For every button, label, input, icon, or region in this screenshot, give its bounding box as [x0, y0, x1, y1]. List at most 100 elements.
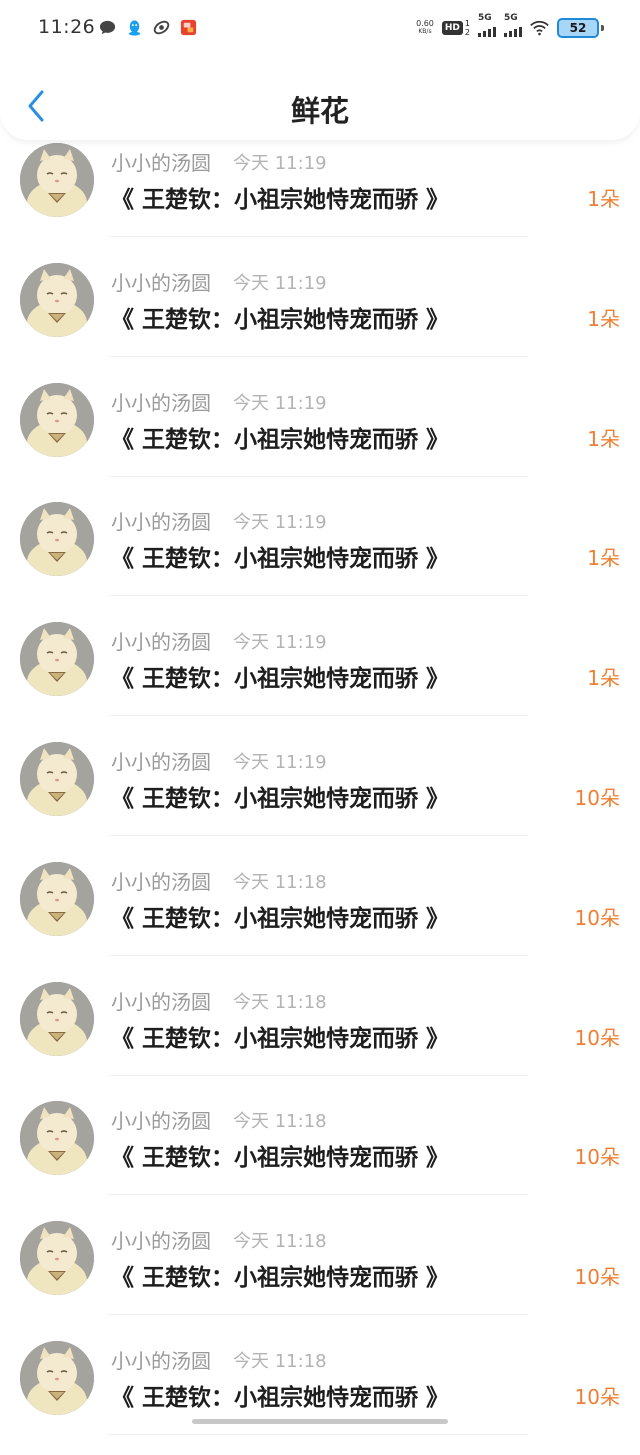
gift-time: 今天 11:18 [233, 1350, 327, 1372]
flower-count: 10朵 [574, 785, 620, 810]
avatar[interactable] [20, 1101, 94, 1176]
book-title[interactable]: 《 王楚钦：小祖宗她恃宠而骄 》 [111, 1258, 449, 1292]
divider [108, 475, 528, 477]
list-item[interactable]: 小小的汤圆 今天 11:19 《 王楚钦：小祖宗她恃宠而骄 》 1朵 [0, 496, 640, 616]
avatar[interactable] [20, 861, 94, 936]
avatar[interactable] [20, 622, 94, 697]
hd-voice-badge: HD [441, 21, 463, 35]
list-item[interactable]: 小小的汤圆 今天 11:19 《 王楚钦：小祖宗她恃宠而骄 》 1朵 [0, 377, 640, 497]
cat-avatar-image [20, 1221, 94, 1296]
header-bar: 鲜花 [0, 58, 640, 140]
cat-avatar-image [20, 861, 94, 936]
cat-avatar-image [20, 1101, 94, 1176]
book-title[interactable]: 《 王楚钦：小祖宗她恃宠而骄 》 [111, 899, 449, 933]
cat-avatar-image [20, 262, 94, 337]
status-right: 0.60 KB/s HD 1 2 5G 5G 52 [416, 13, 604, 38]
cat-avatar-image [20, 502, 94, 577]
gift-time: 今天 11:18 [233, 1231, 327, 1253]
signal-5g-2-icon: 5G [504, 13, 522, 37]
sender-name: 小小的汤圆 [111, 510, 211, 535]
divider [108, 236, 528, 237]
divider [108, 715, 528, 717]
sender-name: 小小的汤圆 [111, 1348, 211, 1373]
avatar[interactable] [20, 741, 94, 816]
avatar[interactable] [20, 981, 94, 1056]
book-title[interactable]: 《 王楚钦：小祖宗她恃宠而骄 》 [111, 420, 449, 454]
battery-tip [601, 25, 604, 31]
gift-time: 今天 11:19 [233, 632, 327, 654]
divider [108, 1194, 528, 1196]
flower-count: 1朵 [587, 306, 620, 331]
gift-time: 今天 11:18 [233, 871, 327, 893]
divider [108, 1074, 528, 1076]
book-title[interactable]: 《 王楚钦：小祖宗她恃宠而骄 》 [111, 539, 449, 573]
avatar[interactable] [20, 1221, 94, 1296]
sim-indicator: 1 2 [465, 19, 470, 37]
list-item[interactable]: 小小的汤圆 今天 11:19 《 王楚钦：小祖宗她恃宠而骄 》 1朵 [0, 137, 640, 257]
flower-count: 10朵 [574, 1145, 620, 1170]
book-title[interactable]: 《 王楚钦：小祖宗她恃宠而骄 》 [111, 1378, 449, 1412]
flower-count: 1朵 [587, 426, 620, 451]
sender-name: 小小的汤圆 [111, 630, 211, 655]
gift-time: 今天 11:19 [233, 272, 327, 294]
list-item[interactable]: 小小的汤圆 今天 11:18 《 王楚钦：小祖宗她恃宠而骄 》 10朵 [0, 976, 640, 1096]
gift-time: 今天 11:18 [233, 1111, 327, 1133]
divider [108, 1314, 528, 1316]
status-time: 11:26 [38, 16, 96, 38]
cat-avatar-image [20, 382, 94, 457]
chat-bubble-icon [98, 18, 117, 37]
cat-avatar-image [20, 1340, 94, 1415]
home-indicator[interactable] [192, 1419, 448, 1424]
flower-count: 10朵 [574, 905, 620, 930]
book-title[interactable]: 《 王楚钦：小祖宗她恃宠而骄 》 [111, 1019, 449, 1053]
cat-avatar-image [20, 622, 94, 697]
notification-icons [98, 18, 198, 37]
wifi-icon [530, 19, 549, 38]
sender-name: 小小的汤圆 [111, 1229, 211, 1254]
list-item[interactable]: 小小的汤圆 今天 11:18 《 王楚钦：小祖宗她恃宠而骄 》 10朵 [0, 1215, 640, 1335]
sender-name: 小小的汤圆 [111, 390, 211, 415]
divider [108, 954, 528, 956]
gift-record-list: 小小的汤圆 今天 11:19 《 王楚钦：小祖宗她恃宠而骄 》 1朵 小小的汤圆… [0, 137, 640, 1455]
flower-count: 10朵 [574, 1384, 620, 1409]
gift-time: 今天 11:19 [233, 153, 327, 174]
list-item[interactable]: 小小的汤圆 今天 11:18 《 王楚钦：小祖宗她恃宠而骄 》 10朵 [0, 1335, 640, 1455]
sender-name: 小小的汤圆 [111, 270, 211, 295]
avatar[interactable] [20, 502, 94, 577]
gift-time: 今天 11:18 [233, 991, 327, 1013]
qq-penguin-icon [125, 18, 144, 37]
sim1-label: 1 [464, 19, 470, 28]
avatar[interactable] [20, 262, 94, 337]
avatar[interactable] [20, 1340, 94, 1415]
book-title[interactable]: 《 王楚钦：小祖宗她恃宠而骄 》 [111, 300, 449, 334]
net-speed: 0.60 KB/s [416, 20, 434, 36]
sender-name: 小小的汤圆 [111, 749, 211, 774]
sender-name: 小小的汤圆 [111, 151, 211, 175]
list-item[interactable]: 小小的汤圆 今天 11:19 《 王楚钦：小祖宗她恃宠而骄 》 1朵 [0, 257, 640, 377]
book-title[interactable]: 《 王楚钦：小祖宗她恃宠而骄 》 [111, 1138, 449, 1172]
list-item[interactable]: 小小的汤圆 今天 11:19 《 王楚钦：小祖宗她恃宠而骄 》 1朵 [0, 616, 640, 736]
status-bar: 11:26 0.60 KB/s HD 1 2 5G 5G 52 [0, 0, 640, 58]
cat-avatar-image [20, 741, 94, 816]
avatar[interactable] [20, 143, 94, 217]
book-title[interactable]: 《 王楚钦：小祖宗她恃宠而骄 》 [111, 779, 449, 813]
flower-count: 1朵 [587, 546, 620, 571]
flower-count: 1朵 [587, 187, 620, 211]
sim2-label: 2 [464, 28, 470, 37]
signal2-label: 5G [504, 13, 518, 23]
book-title[interactable]: 《 王楚钦：小祖宗她恃宠而骄 》 [111, 659, 449, 693]
sender-name: 小小的汤圆 [111, 869, 211, 894]
net-speed-value: 0.60 [416, 19, 434, 28]
net-speed-unit: KB/s [418, 28, 432, 35]
list-item[interactable]: 小小的汤圆 今天 11:18 《 王楚钦：小祖宗她恃宠而骄 》 10朵 [0, 856, 640, 976]
flower-count: 1朵 [587, 666, 620, 691]
gift-time: 今天 11:19 [233, 751, 327, 773]
list-item[interactable]: 小小的汤圆 今天 11:18 《 王楚钦：小祖宗她恃宠而骄 》 10朵 [0, 1095, 640, 1215]
divider [108, 595, 528, 597]
signal-5g-1-icon: 5G [478, 13, 496, 37]
gift-time: 今天 11:19 [233, 512, 327, 534]
avatar[interactable] [20, 382, 94, 457]
cat-avatar-image [20, 981, 94, 1056]
book-title[interactable]: 《 王楚钦：小祖宗她恃宠而骄 》 [111, 180, 449, 214]
list-item[interactable]: 小小的汤圆 今天 11:19 《 王楚钦：小祖宗她恃宠而骄 》 10朵 [0, 736, 640, 856]
